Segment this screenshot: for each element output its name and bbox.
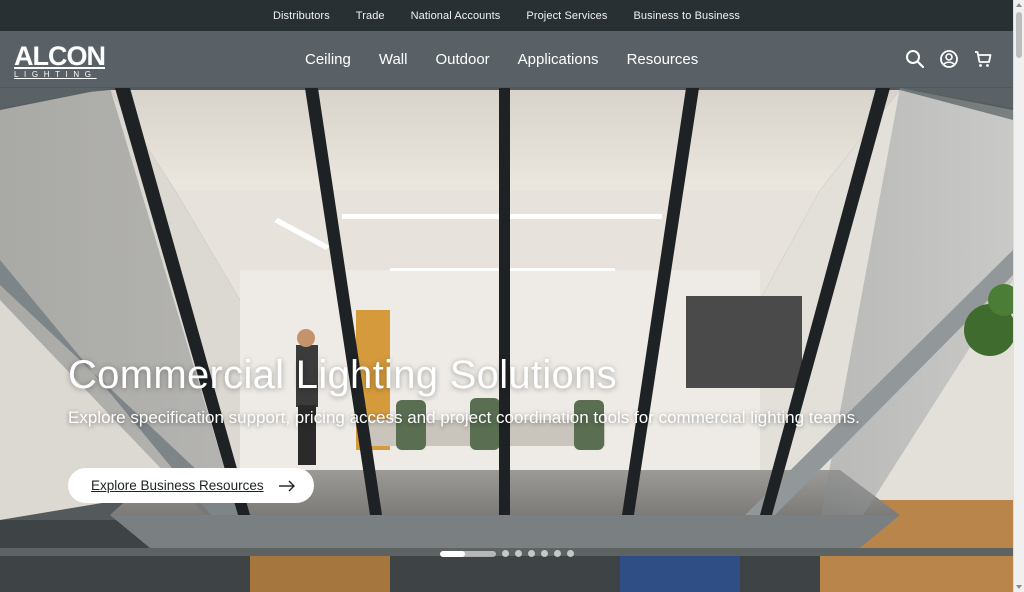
hero-photo-illustration	[0, 0, 1013, 592]
carousel-dot[interactable]	[567, 550, 574, 557]
nav-item-ceiling[interactable]: Ceiling	[291, 51, 365, 68]
carousel-dot[interactable]	[528, 550, 535, 557]
nav-item-applications[interactable]: Applications	[504, 51, 613, 68]
utility-nav: Distributors Trade National Accounts Pro…	[0, 0, 1013, 31]
logo-brand: ALCON	[14, 41, 106, 71]
scroll-down-arrow-icon[interactable]	[1016, 585, 1022, 589]
main-header: ALCON LIGHTING Ceiling Wall Outdoor Appl…	[0, 31, 1013, 87]
nav-item-resources[interactable]: Resources	[613, 51, 713, 68]
logo[interactable]: ALCON LIGHTING	[14, 41, 106, 80]
carousel-dot[interactable]	[541, 550, 548, 557]
nav-item-wall[interactable]: Wall	[365, 51, 422, 68]
explore-business-resources-button[interactable]: Explore Business Resources	[68, 468, 314, 503]
hero-image	[0, 0, 1013, 592]
hero-subtitle: Explore specification support, pricing a…	[68, 408, 860, 427]
utility-link-business-to-business[interactable]: Business to Business	[633, 10, 740, 22]
utility-link-distributors[interactable]: Distributors	[273, 10, 330, 22]
carousel-dot[interactable]	[502, 550, 509, 557]
carousel-dot[interactable]	[554, 550, 561, 557]
utility-link-national-accounts[interactable]: National Accounts	[411, 10, 501, 22]
hero-title: Commercial Lighting Solutions	[68, 353, 617, 397]
header-actions	[905, 49, 993, 69]
carousel-progress[interactable]	[440, 550, 496, 557]
arrow-right-icon	[278, 480, 296, 492]
search-icon[interactable]	[905, 49, 925, 69]
carousel-progress-fill	[440, 550, 466, 557]
user-circle-icon[interactable]	[939, 49, 959, 69]
scroll-up-arrow-icon[interactable]	[1016, 3, 1022, 7]
nav-item-outdoor[interactable]: Outdoor	[421, 51, 503, 68]
cta-label: Explore Business Resources	[91, 478, 264, 493]
logo-sub: LIGHTING	[14, 70, 97, 79]
utility-link-trade[interactable]: Trade	[356, 10, 385, 22]
carousel-dot[interactable]	[515, 550, 522, 557]
main-nav: Ceiling Wall Outdoor Applications Resour…	[291, 31, 712, 87]
carousel-pager	[440, 550, 574, 557]
utility-link-project-services[interactable]: Project Services	[526, 10, 607, 22]
scrollbar-thumb[interactable]	[1016, 12, 1022, 58]
vertical-scrollbar[interactable]	[1013, 0, 1024, 592]
cart-icon[interactable]	[973, 49, 993, 69]
